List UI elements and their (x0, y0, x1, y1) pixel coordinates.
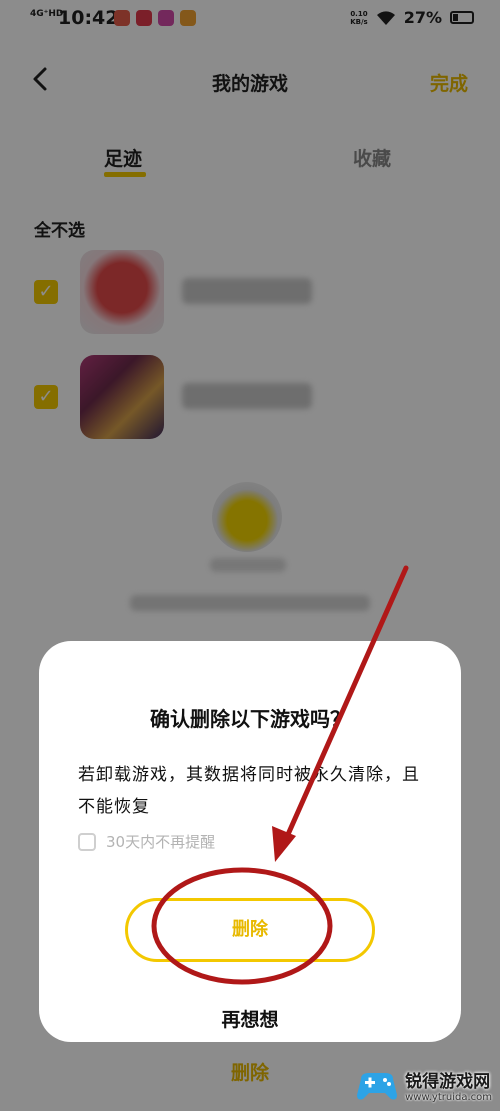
watermark-name: 锐得游戏网 (405, 1072, 491, 1092)
watermark-url: www.ytruida.com (405, 1092, 492, 1103)
confirm-delete-dialog: 确认删除以下游戏吗？ 若卸载游戏，其数据将同时被永久清除，且不能恢复 30天内不… (39, 641, 461, 1042)
dont-remind-option[interactable]: 30天内不再提醒 (78, 831, 215, 852)
dont-remind-checkbox[interactable] (78, 832, 96, 851)
watermark-text: 锐得游戏网 www.ytruida.com (405, 1067, 492, 1103)
rethink-button[interactable]: 再想想 (39, 1005, 461, 1032)
dont-remind-label: 30天内不再提醒 (106, 833, 216, 851)
dialog-message: 若卸载游戏，其数据将同时被永久清除，且不能恢复 (78, 765, 420, 817)
watermark: 锐得游戏网 www.ytruida.com (355, 1065, 492, 1105)
gamepad-logo-icon (357, 1073, 398, 1100)
dialog-title: 确认删除以下游戏吗？ (150, 707, 350, 731)
confirm-delete-button[interactable]: 删除 (125, 898, 375, 962)
